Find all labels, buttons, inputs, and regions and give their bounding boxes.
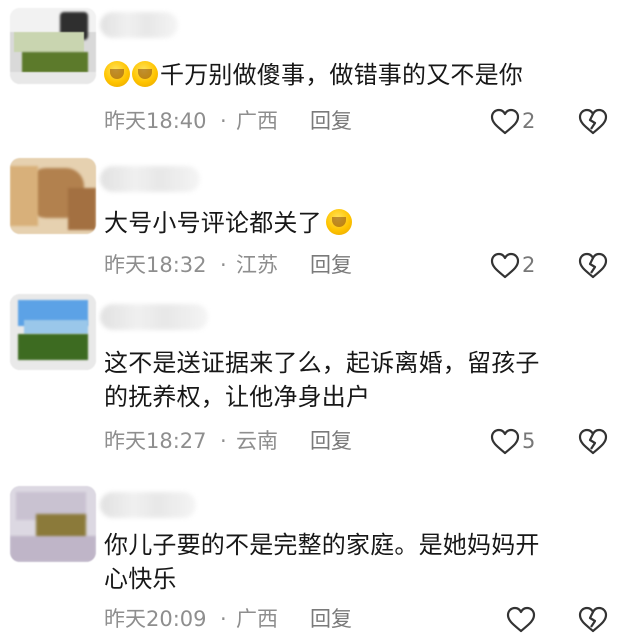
- avatar[interactable]: [10, 486, 96, 562]
- comment-text-content: 千万别做傻事，做错事的又不是你: [160, 61, 523, 89]
- username-blurred[interactable]: [100, 12, 178, 38]
- comment-time: 昨天18:32: [104, 253, 207, 277]
- heart-outline-icon: [490, 252, 520, 279]
- comment-region: 江苏: [236, 253, 278, 277]
- blushing-emoji-icon: [325, 209, 352, 235]
- meta-separator: ·: [220, 607, 227, 631]
- broken-heart-icon: [578, 428, 608, 455]
- meta-separator: ·: [220, 253, 227, 277]
- broken-heart-icon: [578, 606, 608, 633]
- like-button[interactable]: [504, 605, 538, 635]
- username-blurred[interactable]: [100, 304, 208, 330]
- avatar[interactable]: [10, 8, 96, 84]
- avatar[interactable]: [10, 294, 96, 370]
- like-count: 2: [522, 253, 536, 277]
- comment-text-line: 心快乐: [104, 565, 177, 593]
- broken-heart-icon: [578, 252, 608, 279]
- comment-meta: 昨天18:32 · 江苏 回复 2: [104, 250, 634, 280]
- like-button[interactable]: [488, 107, 522, 137]
- avatar[interactable]: [10, 158, 96, 234]
- username-blurred[interactable]: [100, 166, 200, 192]
- dislike-button[interactable]: [576, 251, 610, 281]
- like-button[interactable]: [488, 251, 522, 281]
- comment-text-line: 的抚养权，让他净身出户: [104, 383, 371, 411]
- comment-text-line: 你儿子要的不是完整的家庭。是她妈妈开: [104, 531, 540, 559]
- like-count: 5: [522, 429, 536, 453]
- comment-text: 你儿子要的不是完整的家庭。是她妈妈开 心快乐: [104, 528, 624, 596]
- comment-meta: 昨天18:40 · 广西 回复 2: [104, 106, 634, 136]
- comment-time: 昨天18:40: [104, 109, 207, 133]
- dislike-button[interactable]: [576, 427, 610, 457]
- laughing-crying-emoji-icon: [132, 61, 158, 87]
- broken-heart-icon: [578, 108, 608, 135]
- comment-text-line: 这不是送证据来了么，起诉离婚，留孩子: [104, 349, 540, 377]
- comment-text: 这不是送证据来了么，起诉离婚，留孩子 的抚养权，让他净身出户: [104, 346, 624, 414]
- comment-text: 千万别做傻事，做错事的又不是你: [104, 58, 624, 92]
- dislike-button[interactable]: [576, 605, 610, 635]
- comment-text: 大号小号评论都关了: [104, 206, 624, 240]
- reply-button[interactable]: 回复: [310, 604, 352, 634]
- like-count: 2: [522, 109, 536, 133]
- comment-text-content: 大号小号评论都关了: [104, 209, 322, 237]
- meta-separator: ·: [220, 429, 227, 453]
- comment-time: 昨天20:09: [104, 607, 207, 631]
- comment-meta: 昨天20:09 · 广西 回复: [104, 604, 634, 634]
- reply-button[interactable]: 回复: [310, 106, 352, 136]
- heart-outline-icon: [490, 428, 520, 455]
- heart-outline-icon: [490, 108, 520, 135]
- meta-separator: ·: [220, 109, 227, 133]
- dislike-button[interactable]: [576, 107, 610, 137]
- username-blurred[interactable]: [100, 492, 196, 518]
- comment-time: 昨天18:27: [104, 429, 207, 453]
- heart-outline-icon: [506, 606, 536, 633]
- comment-region: 广西: [236, 109, 278, 133]
- comment-region: 广西: [236, 607, 278, 631]
- comment-meta: 昨天18:27 · 云南 回复 5: [104, 426, 634, 456]
- reply-button[interactable]: 回复: [310, 426, 352, 456]
- reply-button[interactable]: 回复: [310, 250, 352, 280]
- like-button[interactable]: [488, 427, 522, 457]
- comment-region: 云南: [236, 429, 278, 453]
- laughing-crying-emoji-icon: [104, 61, 130, 87]
